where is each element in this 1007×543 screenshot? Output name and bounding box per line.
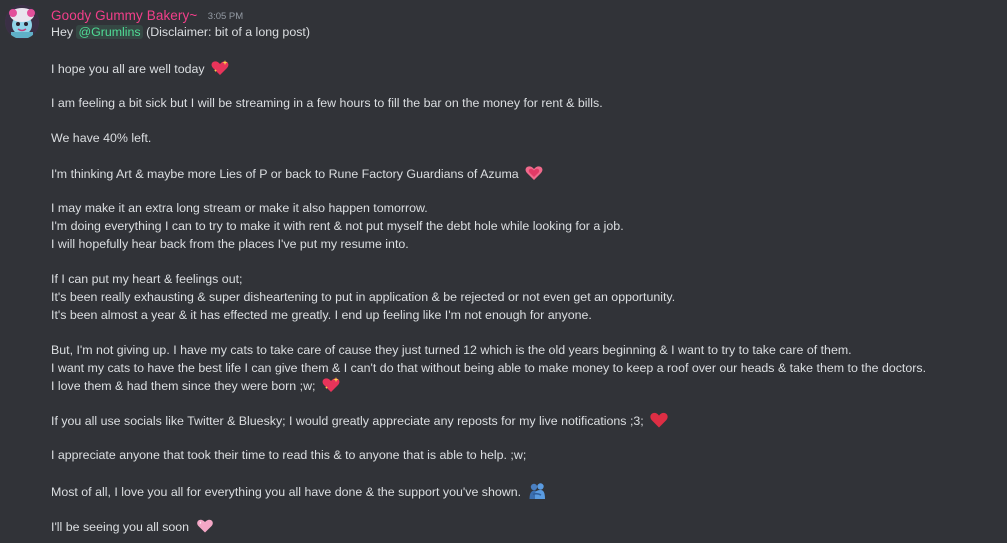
line-text: I'm doing everything I can to try to mak… — [51, 219, 624, 233]
message-line: Most of all, I love you all for everythi… — [51, 482, 546, 501]
message-line: I'm doing everything I can to try to mak… — [51, 217, 624, 235]
line-text: If you all use socials like Twitter & Bl… — [51, 414, 644, 428]
avatar-image — [5, 5, 39, 39]
line-text: We have 40% left. — [51, 131, 152, 145]
message-line: I will hopefully hear back from the plac… — [51, 235, 409, 253]
line-text: If I can put my heart & feelings out; — [51, 272, 243, 286]
line-text: I hope you all are well today — [51, 62, 205, 76]
message-timestamp: 3:05 PM — [207, 11, 244, 22]
chat-message: Goody Gummy Bakery~ 3:05 PM Hey @Grumlin… — [0, 0, 1007, 543]
message-line: But, I'm not giving up. I have my cats t… — [51, 341, 852, 359]
line-text: I'll be seeing you all soon — [51, 520, 190, 534]
message-line: It's been almost a year & it has effecte… — [51, 306, 592, 324]
message-line: I am feeling a bit sick but I will be st… — [51, 94, 603, 112]
red-heart-icon — [650, 411, 668, 429]
line-text: I may make it an extra long stream or ma… — [51, 201, 428, 215]
message-line: If I can put my heart & feelings out; — [51, 270, 242, 288]
line-text: I'm thinking Art & maybe more Lies of P … — [51, 167, 519, 181]
user-mention[interactable]: @Grumlins — [76, 25, 143, 39]
message-line: I'm thinking Art & maybe more Lies of P … — [51, 164, 543, 183]
user-avatar[interactable] — [5, 5, 39, 39]
message-line: I hope you all are well today — [51, 59, 229, 78]
line-text: Most of all, I love you all for everythi… — [51, 485, 522, 499]
line-text: I love them & had them since they were b… — [51, 379, 316, 393]
message-line: I want my cats to have the best life I c… — [51, 359, 926, 377]
line-text: I appreciate anyone that took their time… — [51, 448, 527, 462]
message-line-greeting: Hey @Grumlins (Disclaimer: bit of a long… — [51, 23, 310, 41]
pink-heart-icon — [196, 517, 214, 535]
message-line: It's been really exhausting & super dish… — [51, 288, 675, 306]
greeting-prefix: Hey — [51, 25, 77, 39]
line-text: I will hopefully hear back from the plac… — [51, 237, 409, 251]
sparkling-heart-icon — [211, 59, 229, 77]
line-text: It's been almost a year & it has effecte… — [51, 308, 592, 322]
people-hugging-icon — [528, 482, 546, 500]
sparkling-heart-icon — [322, 376, 340, 394]
line-text: I want my cats to have the best life I c… — [51, 361, 927, 375]
heart-icon — [525, 164, 543, 182]
message-line: I may make it an extra long stream or ma… — [51, 199, 428, 217]
username[interactable]: Goody Gummy Bakery~ — [51, 8, 197, 23]
message-line: We have 40% left. — [51, 129, 151, 147]
message-line: I appreciate anyone that took their time… — [51, 446, 526, 464]
message-line: I love them & had them since they were b… — [51, 376, 340, 395]
line-text: It's been really exhausting & super dish… — [51, 290, 676, 304]
message-line: If you all use socials like Twitter & Bl… — [51, 411, 668, 430]
line-text: I am feeling a bit sick but I will be st… — [51, 96, 603, 110]
message-header: Goody Gummy Bakery~ 3:05 PM — [51, 7, 243, 23]
message-line: I'll be seeing you all soon — [51, 517, 214, 536]
line-text: But, I'm not giving up. I have my cats t… — [51, 343, 852, 357]
greeting-suffix: (Disclaimer: bit of a long post) — [142, 25, 310, 39]
